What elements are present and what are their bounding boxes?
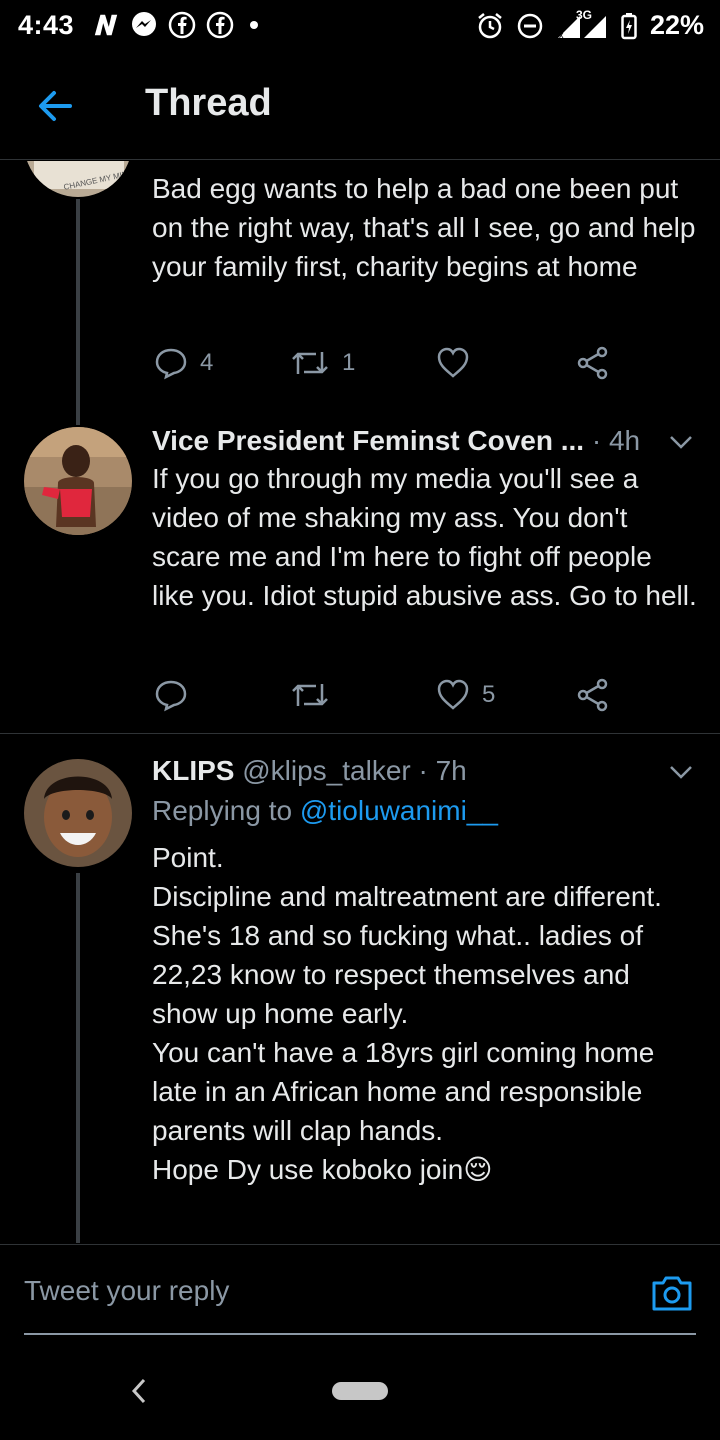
tweet-header: Vice President Feminst Coven ... · 4h [152, 423, 640, 459]
tweet-text: Bad egg wants to help a bad one been put… [152, 173, 696, 282]
system-icons: x 3G 22% [476, 8, 704, 41]
retweet-icon [292, 352, 328, 374]
thread-line [76, 873, 80, 1243]
tweet-line: She's 18 and so fucking what.. ladies of… [152, 920, 643, 1029]
like-count: 5 [482, 681, 496, 708]
tweet-header: KLIPS @klips_talker · 7h [152, 753, 467, 789]
more-notifications-dot [250, 21, 258, 29]
thread-timeline[interactable]: CHANGE MY MIND Bad egg wants to help a b… [0, 161, 720, 1243]
tweet-text: If you go through my media you'll see a … [152, 463, 697, 611]
battery-percent: 22% [649, 10, 704, 40]
avatar[interactable] [24, 759, 132, 867]
reply-count: 4 [200, 349, 214, 376]
tweet-line: Point. [152, 842, 224, 873]
mention-link[interactable]: @tioluwanimi__ [300, 795, 498, 826]
thread-line [76, 199, 80, 425]
avatar[interactable] [24, 427, 132, 535]
camera-button[interactable] [650, 1273, 694, 1313]
messenger-icon [130, 11, 158, 39]
alarm-icon [476, 12, 504, 40]
retweet-count: 1 [342, 349, 356, 376]
tweet-divider [0, 733, 720, 734]
display-name[interactable]: KLIPS [152, 755, 234, 786]
notification-icons [92, 11, 258, 39]
status-time: 4:43 [18, 10, 75, 40]
retweet-button[interactable]: 1 [290, 343, 355, 383]
tweet-actions: 4 1 [152, 343, 692, 383]
share-icon [577, 678, 608, 712]
network-type: 3G [575, 7, 592, 22]
heart-icon [437, 347, 469, 378]
reply-composer: Tweet your reply [0, 1244, 720, 1340]
reply-input[interactable]: Tweet your reply [24, 1275, 229, 1307]
arrow-left-icon [39, 91, 72, 121]
chevron-left-icon [131, 1378, 146, 1404]
like-button[interactable]: 5 [436, 675, 495, 715]
facebook-icon [168, 11, 196, 39]
tweet-line: You can't have a 18yrs girl coming home … [152, 1037, 655, 1146]
facebook-icon [206, 11, 234, 39]
share-icon [577, 346, 608, 380]
avatar[interactable]: CHANGE MY MIND [24, 161, 132, 197]
back-button[interactable] [34, 86, 78, 126]
share-button[interactable] [576, 675, 610, 715]
replying-to: Replying to @tioluwanimi__ [152, 793, 498, 829]
tweet-line: Hope Dy use koboko join😌 [152, 1154, 493, 1185]
page-title: Thread [145, 82, 272, 124]
retweet-icon [292, 684, 328, 706]
n-notification-icon [92, 11, 120, 39]
dnd-icon [516, 12, 544, 40]
tweet-text: Point. Discipline and maltreatment are d… [152, 838, 697, 1189]
tweet-line: Discipline and maltreatment are differen… [152, 881, 662, 912]
app-header: Thread [0, 52, 720, 160]
system-back-button[interactable] [126, 1376, 152, 1406]
battery-icon [620, 12, 638, 40]
tweet-handle-timestamp: @klips_talker · 7h [234, 755, 467, 786]
input-underline [24, 1333, 696, 1335]
status-bar: 4:43 x 3G 22% [0, 0, 720, 52]
chevron-down-icon[interactable] [666, 757, 696, 787]
signal-icon: x 3G [556, 8, 608, 40]
heart-icon [437, 679, 469, 710]
camera-icon [652, 1276, 692, 1311]
share-button[interactable] [576, 343, 610, 383]
tweet-actions: 5 [152, 675, 692, 715]
reply-icon [155, 680, 187, 712]
reply-icon [155, 348, 187, 380]
tweet-timestamp: · 4h [584, 425, 641, 456]
chevron-down-icon[interactable] [666, 427, 696, 457]
reply-button[interactable]: 4 [154, 343, 213, 383]
retweet-button[interactable] [290, 675, 342, 715]
reply-button[interactable] [154, 675, 200, 715]
svg-text:x: x [559, 30, 564, 40]
replying-prefix: Replying to [152, 795, 300, 826]
display-name[interactable]: Vice President Feminst Coven ... [152, 425, 584, 456]
system-nav-bar [0, 1340, 720, 1440]
home-button[interactable] [332, 1382, 388, 1400]
like-button[interactable] [436, 343, 482, 383]
